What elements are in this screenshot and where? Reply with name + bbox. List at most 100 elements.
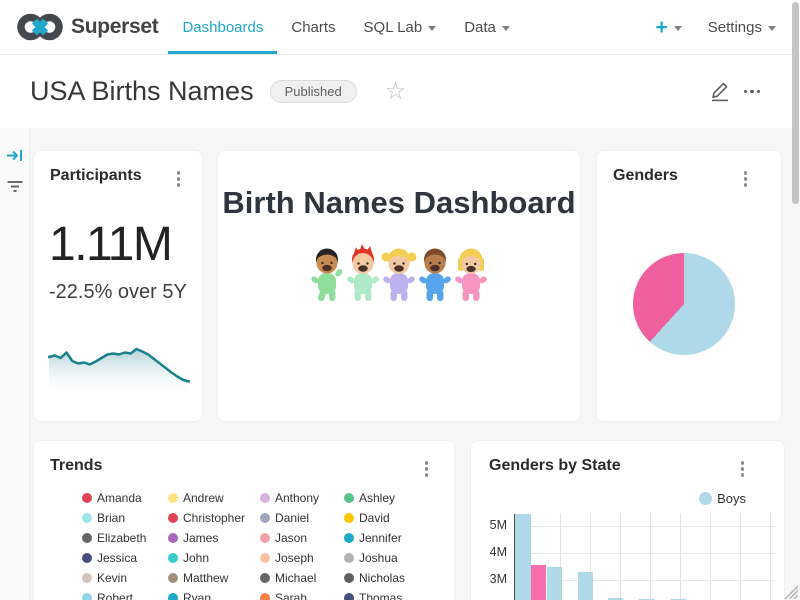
- legend-label: Matthew: [183, 571, 228, 585]
- children-illustration: [309, 243, 489, 309]
- bar-boys[interactable]: [578, 572, 593, 600]
- vertical-scrollbar-thumb[interactable]: [792, 2, 799, 204]
- legend-dot: [344, 533, 354, 543]
- header-actions: [710, 81, 771, 102]
- nav-item-label: Data: [464, 19, 496, 36]
- more-options-icon[interactable]: [742, 86, 763, 98]
- legend-label: Ryan: [183, 591, 211, 600]
- expand-filter-bar-icon[interactable]: [6, 148, 24, 163]
- legend-item[interactable]: Nicholas: [344, 571, 426, 584]
- dashboard-header: USA Births Names Published ☆: [0, 55, 800, 128]
- big-number-subheader: -22.5% over 5Y: [49, 281, 187, 304]
- legend-label: John: [183, 551, 209, 565]
- superset-logo[interactable]: Superset: [0, 0, 158, 54]
- legend-label: Jennifer: [359, 531, 402, 545]
- legend-dot: [260, 573, 270, 583]
- legend-dot: [344, 493, 354, 503]
- legend-dot: [260, 553, 270, 563]
- legend-item[interactable]: Elizabeth: [82, 531, 168, 544]
- legend-item[interactable]: Ryan: [168, 591, 260, 600]
- favorite-star-icon[interactable]: ☆: [385, 80, 407, 104]
- nav-item-sql-lab[interactable]: SQL Lab: [350, 0, 451, 54]
- legend-item[interactable]: Kevin: [82, 571, 168, 584]
- card-trends: Trends AmandaAndrewAnthonyAshleyBrianChr…: [33, 440, 455, 600]
- legend-label: Daniel: [275, 511, 309, 525]
- legend-item[interactable]: Daniel: [260, 511, 344, 524]
- chart-menu-kebab-icon[interactable]: [423, 459, 431, 479]
- edit-pencil-icon[interactable]: [710, 81, 730, 102]
- nav-item-charts[interactable]: Charts: [277, 0, 349, 54]
- chart-menu-kebab-icon[interactable]: [175, 169, 183, 189]
- chart-menu-kebab-icon[interactable]: [742, 169, 750, 189]
- markdown-heading: Birth Names Dashboard: [218, 185, 580, 221]
- legend-item[interactable]: Joshua: [344, 551, 426, 564]
- legend-dot: [260, 513, 270, 523]
- nav-item-dashboards[interactable]: Dashboards: [168, 0, 277, 54]
- legend-dot: [82, 493, 92, 503]
- legend-item[interactable]: Brian: [82, 511, 168, 524]
- legend-item[interactable]: Jennifer: [344, 531, 426, 544]
- nav-item-label: Dashboards: [182, 19, 263, 36]
- trendline-sparkline: [48, 337, 190, 395]
- legend-dot: [82, 553, 92, 563]
- legend-item[interactable]: David: [344, 511, 426, 524]
- bar-girls[interactable]: [531, 565, 546, 600]
- published-badge[interactable]: Published: [270, 80, 357, 103]
- legend-dot: [168, 553, 178, 563]
- legend-item[interactable]: Andrew: [168, 491, 260, 504]
- legend-item[interactable]: Michael: [260, 571, 344, 584]
- y-axis-tick: 4M: [479, 545, 507, 559]
- settings-label: Settings: [708, 19, 762, 36]
- chevron-down-icon: [428, 26, 436, 31]
- legend-item[interactable]: Anthony: [260, 491, 344, 504]
- legend-label: Robert: [97, 591, 133, 600]
- bar-boys[interactable]: [515, 514, 531, 600]
- legend-label: Elizabeth: [97, 531, 146, 545]
- legend-item[interactable]: John: [168, 551, 260, 564]
- legend-label: Jason: [275, 531, 307, 545]
- filter-funnel-icon[interactable]: [6, 180, 24, 193]
- legend-dot: [82, 513, 92, 523]
- legend-label: Joseph: [275, 551, 314, 565]
- card-genders: Genders: [596, 150, 782, 422]
- legend-item[interactable]: James: [168, 531, 260, 544]
- legend-label: Christopher: [183, 511, 245, 525]
- top-navbar: Superset Dashboards Charts SQL Lab Data …: [0, 0, 800, 55]
- legend-item[interactable]: Amanda: [82, 491, 168, 504]
- legend-item[interactable]: Jessica: [82, 551, 168, 564]
- dashboard-grid: Participants 1.11M -22.5% over 5Y Birth …: [0, 128, 800, 600]
- new-item-button[interactable]: +: [656, 17, 682, 38]
- legend-dot: [168, 593, 178, 600]
- legend-dot: [168, 493, 178, 503]
- resize-handle-icon[interactable]: [781, 582, 798, 599]
- legend-label: Michael: [275, 571, 316, 585]
- legend-label: Sarah: [275, 591, 307, 600]
- nav-right: + Settings: [656, 0, 800, 54]
- trends-legend: Amanda Andrew AnthonyAshley Brian Christophe…: [82, 491, 426, 600]
- bar-chart-plot: 5M4M3M: [471, 441, 784, 600]
- gridline-horizontal: [514, 526, 776, 527]
- nav-item-data[interactable]: Data: [450, 0, 524, 54]
- legend-dot: [260, 533, 270, 543]
- legend-item[interactable]: Sarah: [260, 591, 344, 600]
- chevron-down-icon: [674, 26, 682, 31]
- genders-pie-chart[interactable]: [633, 253, 735, 355]
- legend-item[interactable]: Thomas: [344, 591, 426, 600]
- legend-item[interactable]: Robert: [82, 591, 168, 600]
- card-markdown-header: Birth Names Dashboard: [217, 150, 581, 422]
- dashboard-title: USA Births Names: [30, 76, 254, 107]
- chart-title: Participants: [50, 167, 142, 185]
- legend-item[interactable]: Joseph: [260, 551, 344, 564]
- legend-item[interactable]: Jason: [260, 531, 344, 544]
- filter-sidebar-collapsed: [0, 128, 30, 600]
- bar-boys[interactable]: [547, 567, 562, 600]
- legend-item[interactable]: Matthew: [168, 571, 260, 584]
- legend-label: Andrew: [183, 491, 224, 505]
- settings-menu[interactable]: Settings: [708, 19, 776, 36]
- legend-item[interactable]: Christopher: [168, 511, 260, 524]
- card-genders-by-state: Genders by State Boys 5M4M3M: [470, 440, 785, 600]
- legend-item[interactable]: Ashley: [344, 491, 426, 504]
- legend-dot: [82, 573, 92, 583]
- legend-dot: [344, 513, 354, 523]
- legend-label: Kevin: [97, 571, 127, 585]
